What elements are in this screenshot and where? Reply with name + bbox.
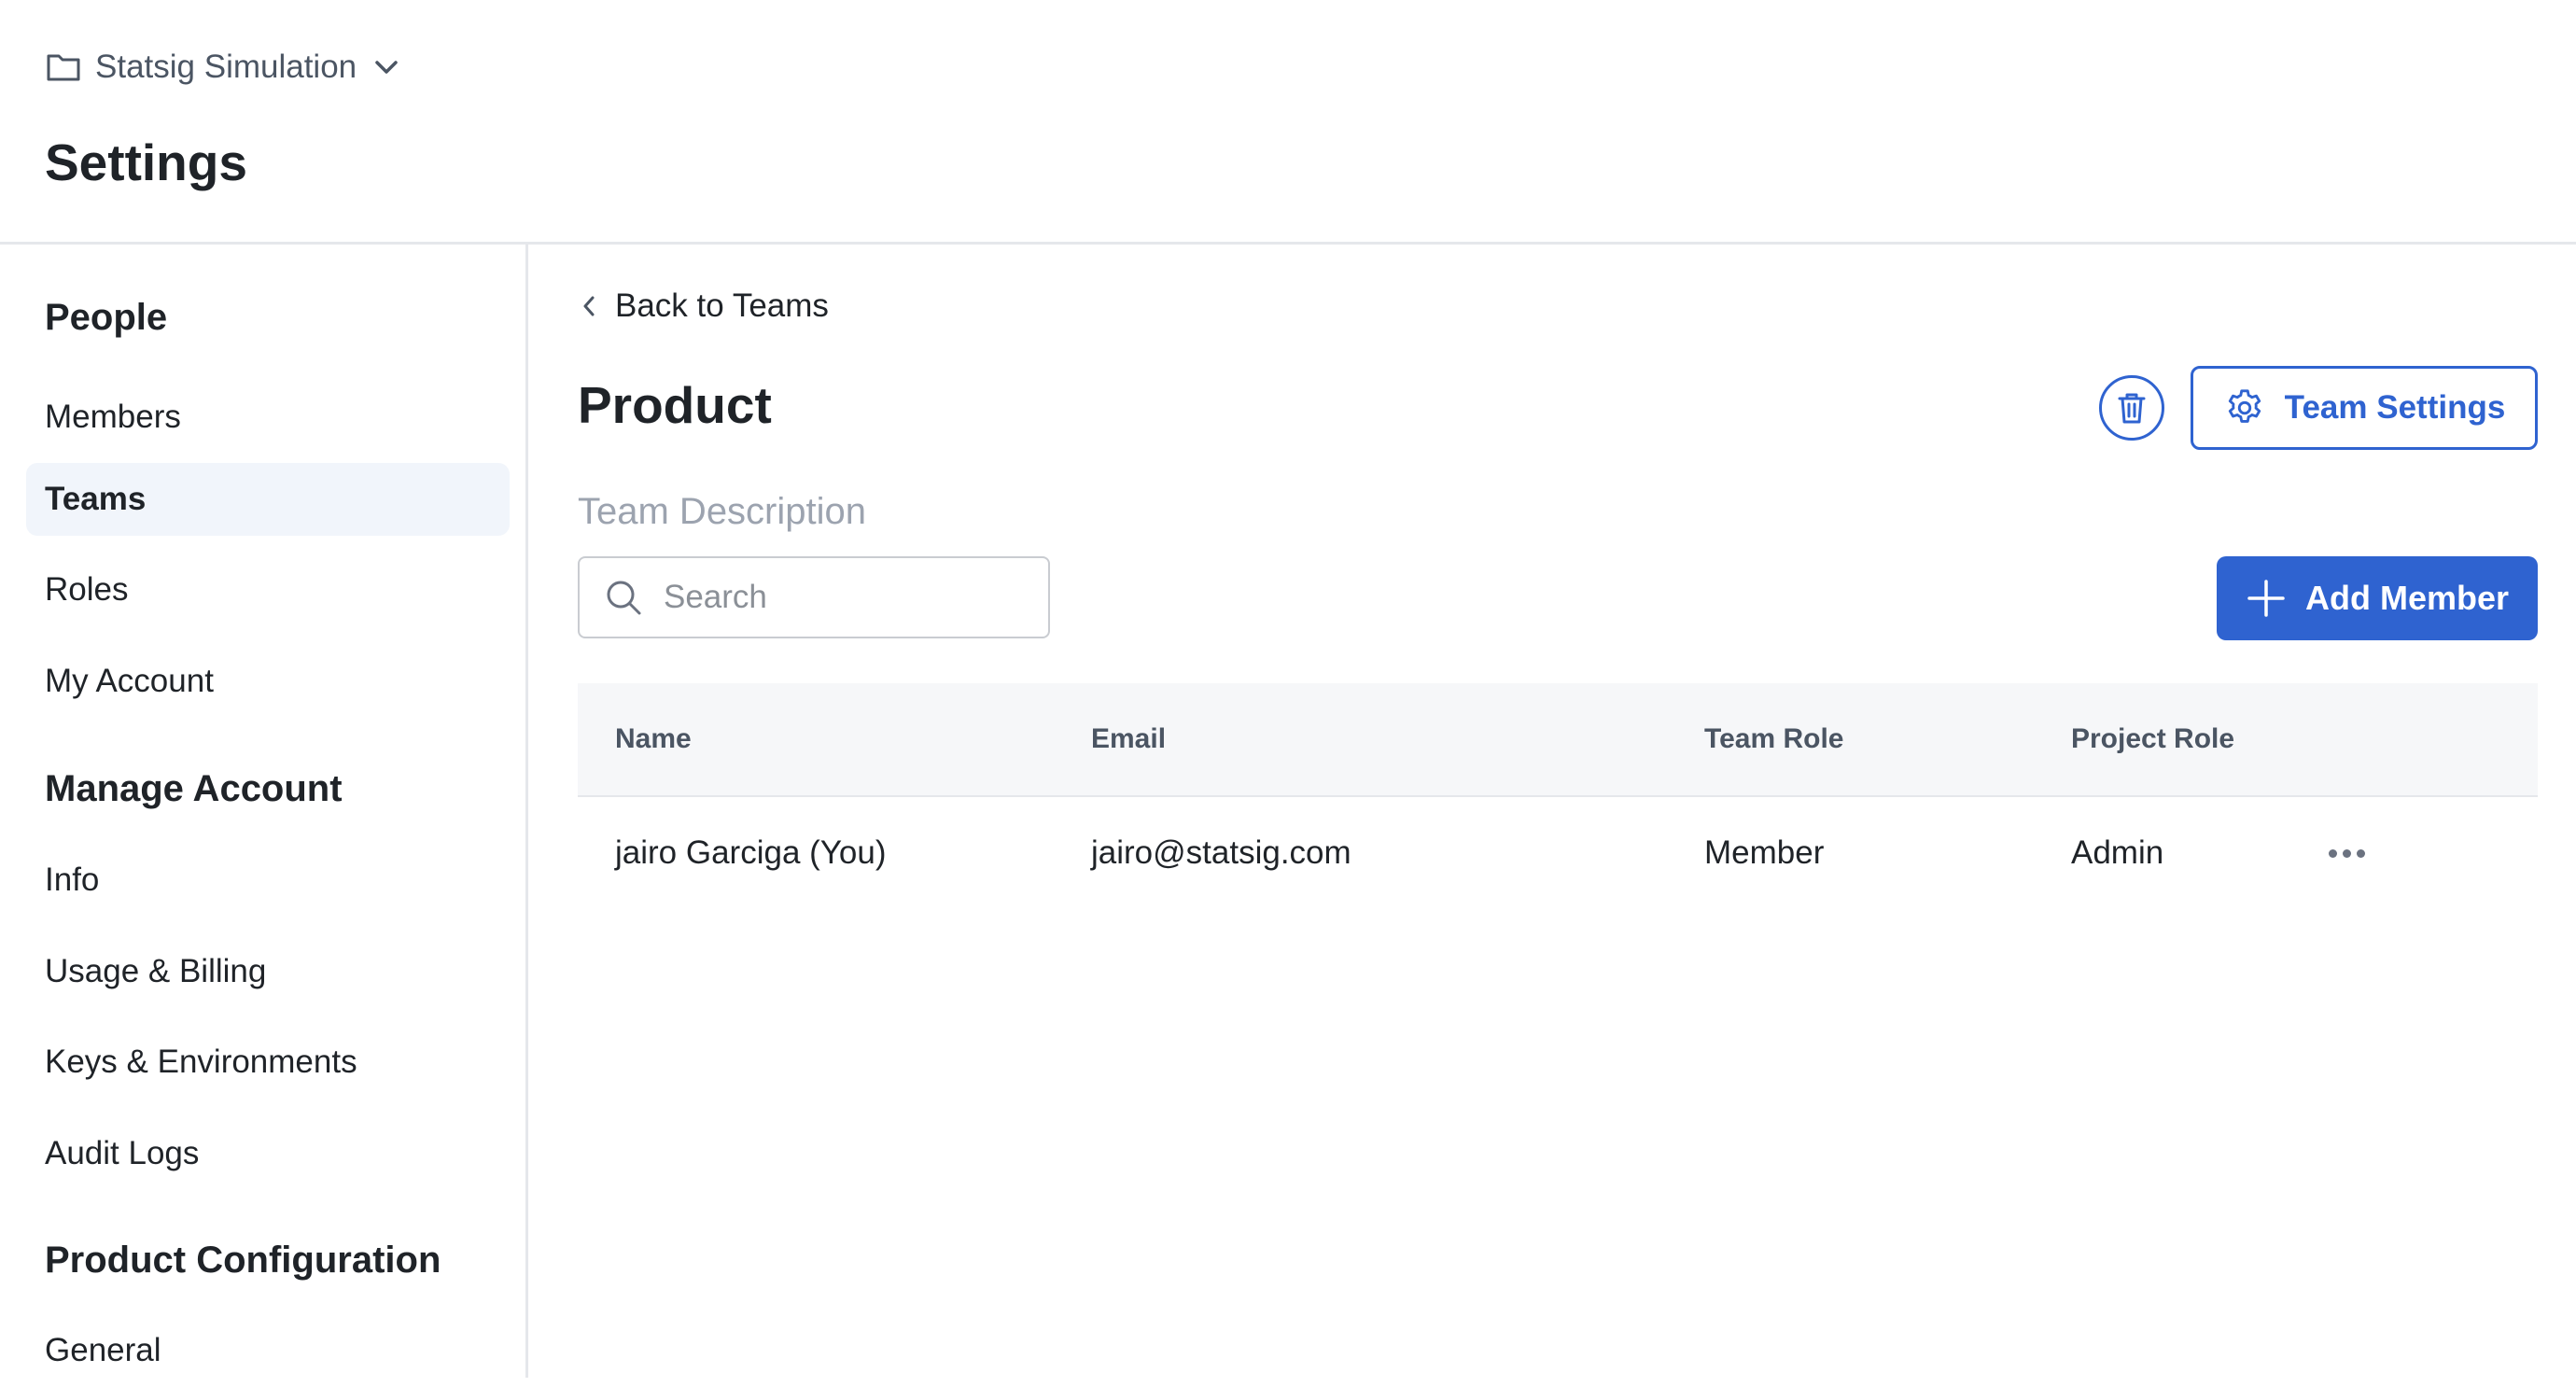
- sidebar-item-keys-environments[interactable]: Keys & Environments: [26, 1026, 510, 1099]
- member-email: jairo@statsig.com: [1091, 834, 1351, 871]
- team-title: Product: [578, 376, 772, 434]
- more-dot: [2342, 848, 2351, 858]
- team-detail-panel: Back to Teams Product Team Settings Team…: [531, 245, 2576, 1378]
- members-table: Name Email Team Role Project Role jairo …: [578, 683, 2538, 909]
- project-name: Statsig Simulation: [95, 49, 357, 85]
- sidebar-item-roles[interactable]: Roles: [26, 553, 510, 626]
- sidebar-item-usage-billing[interactable]: Usage & Billing: [26, 935, 510, 1008]
- add-member-label: Add Member: [2304, 579, 2510, 617]
- delete-team-button[interactable]: [2099, 375, 2164, 441]
- gear-icon: [2228, 389, 2261, 423]
- column-header-project-role[interactable]: Project Role: [2071, 683, 2234, 795]
- more-dots-icon: [2328, 848, 2337, 858]
- team-description[interactable]: Team Description: [578, 485, 866, 538]
- sidebar-item-members[interactable]: Members: [26, 381, 510, 454]
- column-header-name[interactable]: Name: [615, 683, 692, 795]
- more-dot: [2356, 848, 2365, 858]
- back-to-teams-link[interactable]: Back to Teams: [580, 284, 829, 329]
- project-switcher[interactable]: Statsig Simulation: [45, 45, 403, 90]
- row-more-actions-button[interactable]: [2314, 834, 2379, 872]
- page-header: Statsig Simulation Settings: [0, 0, 2576, 245]
- member-team-role[interactable]: Member: [1704, 797, 1824, 909]
- column-header-email[interactable]: Email: [1091, 683, 1166, 795]
- member-name: jairo Garciga (You): [615, 834, 887, 871]
- member-project-role: Admin: [2071, 834, 2164, 871]
- section-title-manage-account: Manage Account: [45, 768, 343, 809]
- page-title: Settings: [45, 133, 247, 191]
- trash-icon: [2118, 393, 2146, 424]
- team-settings-label: Team Settings: [2284, 389, 2506, 426]
- search-input[interactable]: [662, 578, 1039, 617]
- search-icon: [607, 581, 641, 615]
- table-header: Name Email Team Role Project Role: [578, 683, 2538, 797]
- table-row: jairo Garciga (You) jairo@statsig.com Me…: [578, 797, 2538, 909]
- folder-icon: [47, 54, 80, 81]
- column-header-team-role[interactable]: Team Role: [1704, 683, 1844, 795]
- member-search[interactable]: [578, 556, 1050, 638]
- back-link-label: Back to Teams: [615, 287, 829, 324]
- settings-sidebar: People Members Teams Roles My Account Ma…: [0, 245, 528, 1378]
- sidebar-item-info[interactable]: Info: [26, 844, 510, 917]
- section-title-people: People: [45, 297, 168, 338]
- chevron-down-icon: [375, 61, 398, 74]
- add-member-button[interactable]: Add Member: [2217, 556, 2538, 640]
- team-settings-button[interactable]: Team Settings: [2191, 366, 2538, 450]
- chevron-left-icon: [583, 296, 595, 316]
- sidebar-item-teams[interactable]: Teams: [26, 463, 510, 536]
- sidebar-item-my-account[interactable]: My Account: [26, 645, 510, 718]
- section-title-product-configuration: Product Configuration: [45, 1240, 441, 1281]
- sidebar-item-general[interactable]: General: [26, 1314, 510, 1387]
- plus-icon: [2247, 580, 2285, 617]
- sidebar-item-audit-logs[interactable]: Audit Logs: [26, 1117, 510, 1190]
